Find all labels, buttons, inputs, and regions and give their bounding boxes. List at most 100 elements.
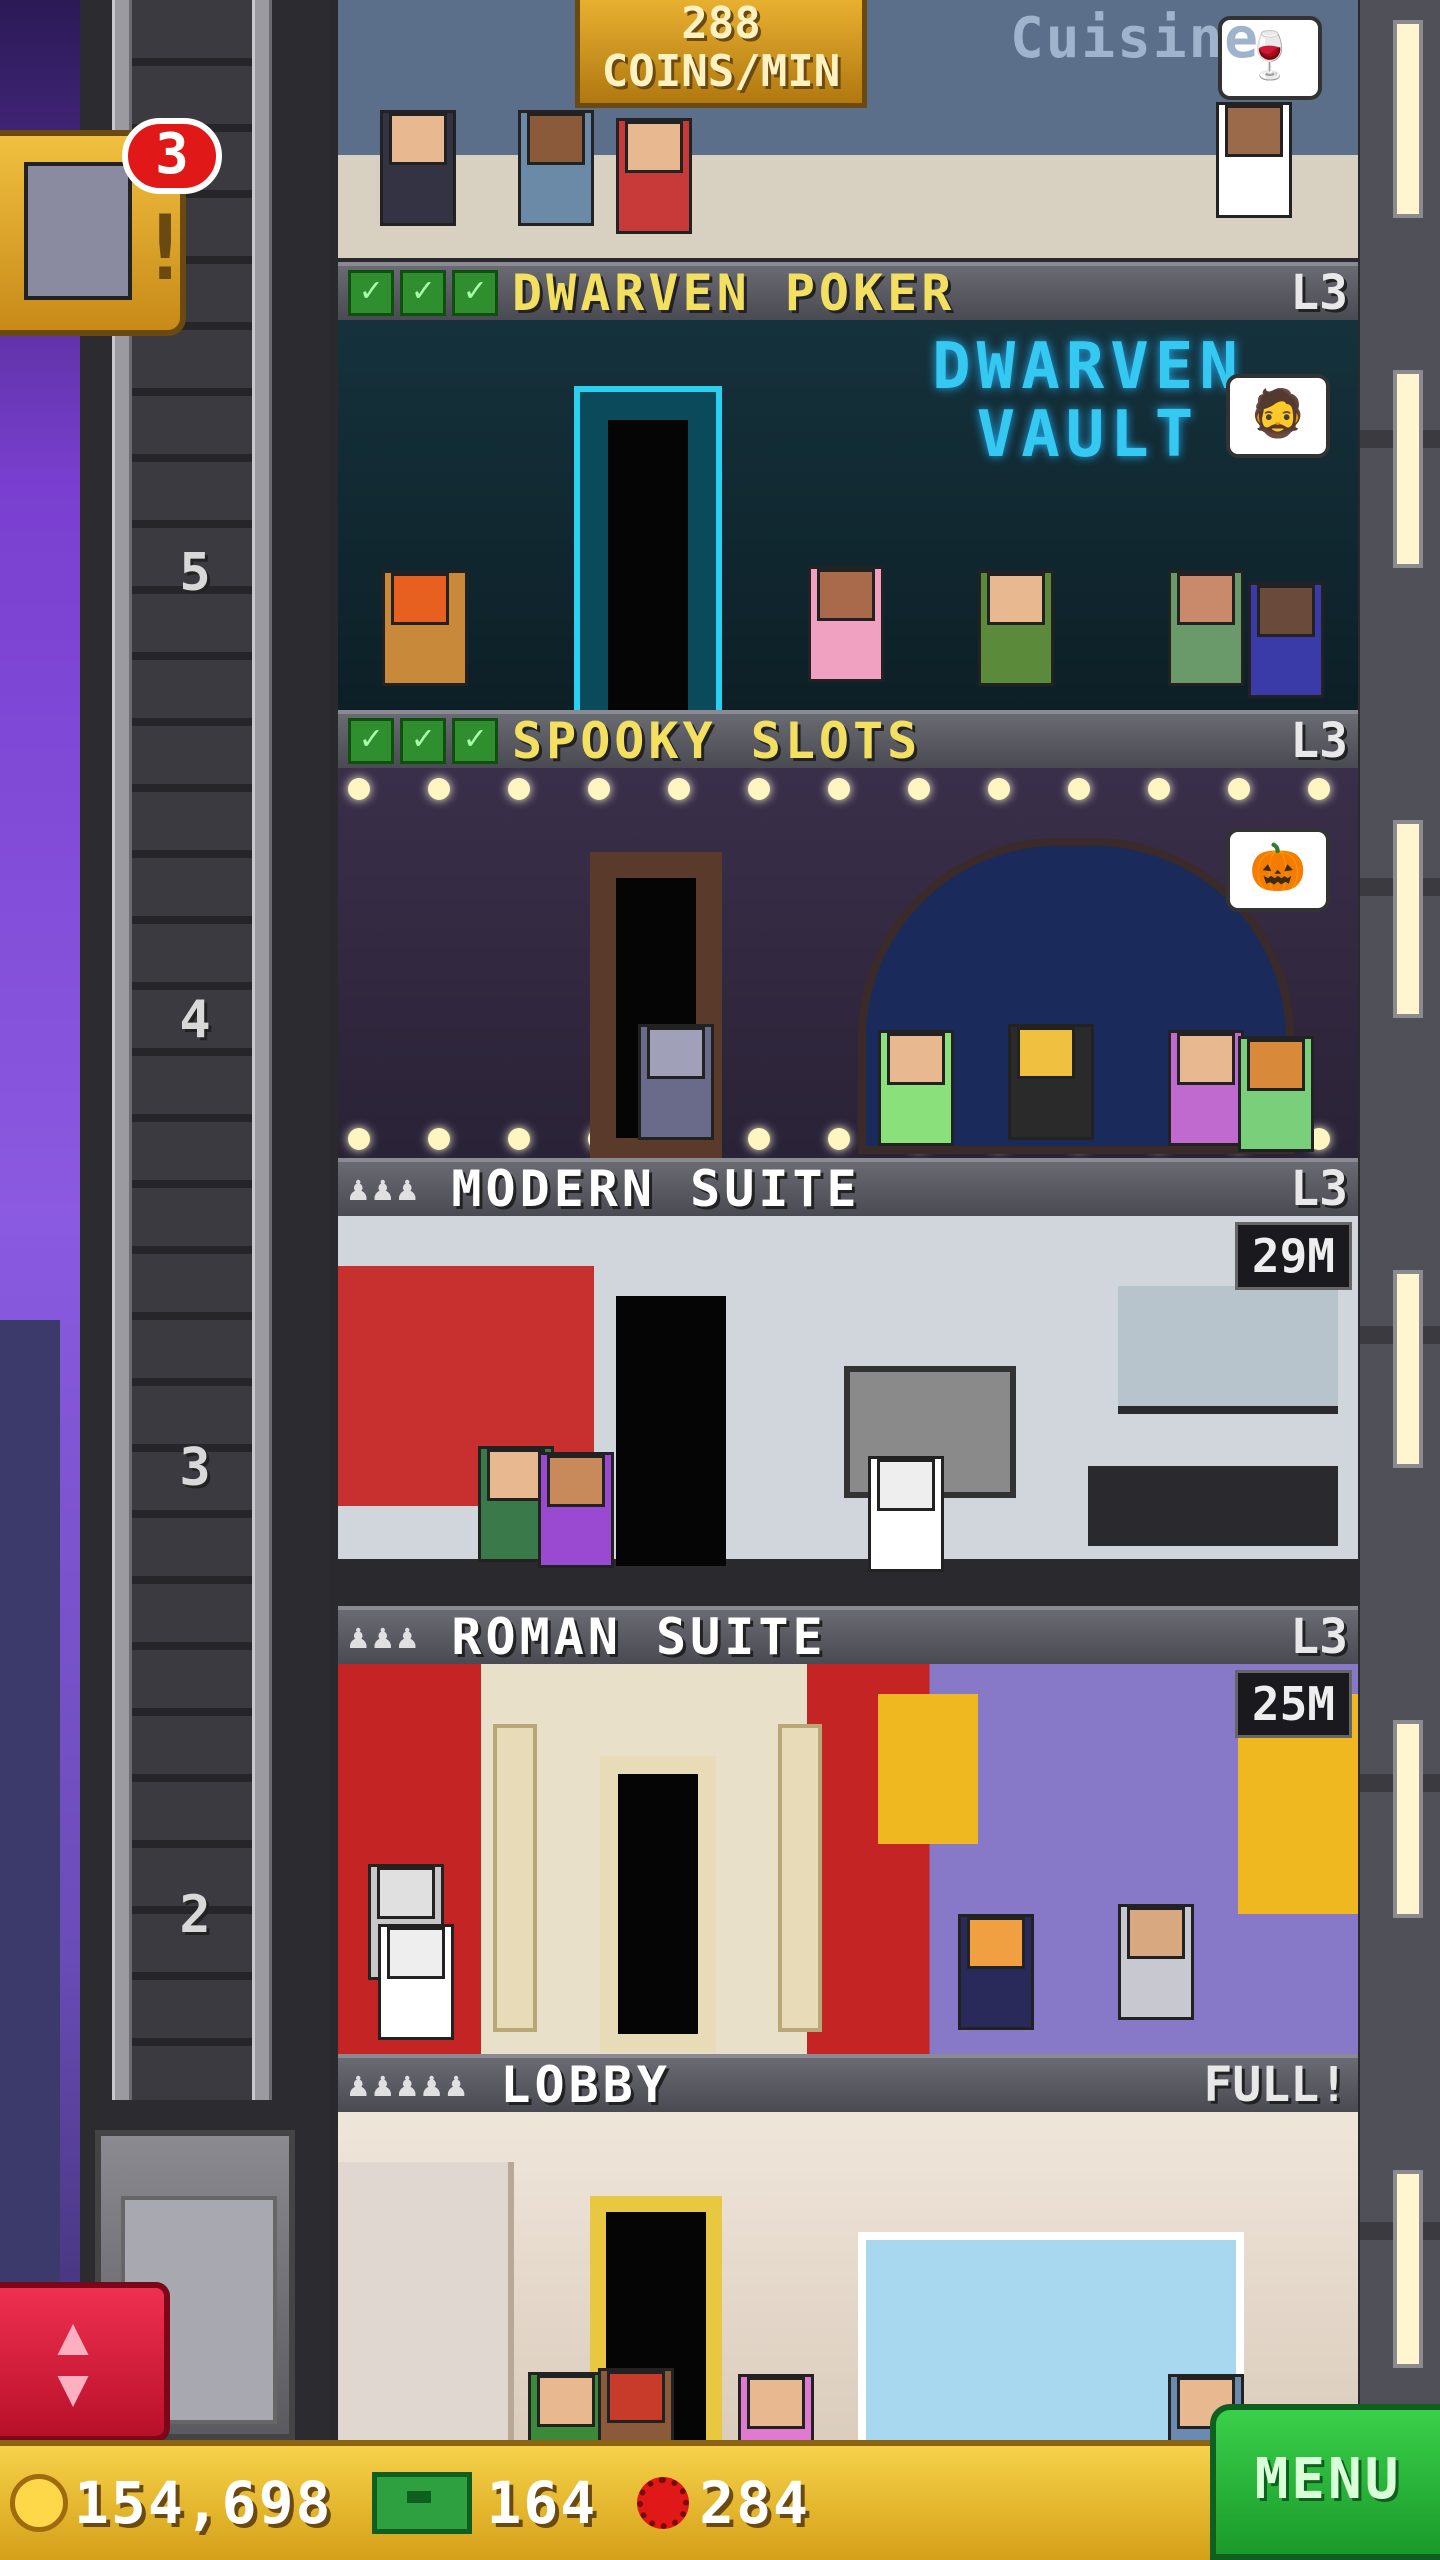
resident-icons: ♟♟♟ — [348, 1169, 422, 1209]
bitizen[interactable] — [958, 1914, 1034, 2030]
bitizen[interactable] — [1248, 582, 1324, 698]
coin-icon — [10, 2474, 68, 2532]
stock-checks: ✓ ✓ ✓ — [348, 270, 498, 316]
check-icon: ✓ — [348, 718, 394, 764]
floor-name: DWARVEN POKER — [512, 264, 956, 322]
floor-header[interactable]: ✓ ✓ ✓ DWARVEN POKER L3 — [338, 262, 1358, 322]
check-icon: ✓ — [400, 718, 446, 764]
bottom-status-bar: 154,698 164 284 MENU — [0, 2404, 1440, 2560]
floor-level: L3 — [1290, 1609, 1348, 1665]
gears-value: 284 — [699, 2469, 810, 2537]
vault-sign-line: VAULT — [976, 398, 1200, 472]
room-modern-suite[interactable]: 29M — [338, 1216, 1358, 1606]
floor-level: L3 — [1290, 1161, 1348, 1217]
resident-icons: ♟♟♟♟♟ — [348, 2065, 471, 2105]
slot-machine[interactable] — [1008, 1024, 1094, 1140]
bitizen[interactable] — [1168, 1030, 1244, 1146]
check-icon: ✓ — [452, 270, 498, 316]
bitizen[interactable] — [1238, 1036, 1314, 1152]
check-icon: ✓ — [452, 718, 498, 764]
gears-stat[interactable]: 284 — [637, 2469, 810, 2537]
elevator-control-button[interactable]: ▲ ▼ — [0, 2282, 170, 2442]
bitizen[interactable] — [380, 110, 456, 226]
floor-header[interactable]: ♟♟♟♟♟ LOBBY FULL! — [338, 2054, 1358, 2114]
city-silhouette — [0, 1320, 60, 2440]
window-light — [1393, 370, 1423, 568]
floor-name: MODERN SUITE — [451, 1160, 861, 1218]
bux-stat[interactable]: 164 — [372, 2469, 597, 2537]
vault-sign-line: DWARVEN — [932, 330, 1244, 404]
bitizen[interactable] — [878, 1030, 954, 1146]
room-door — [608, 420, 688, 710]
column — [493, 1724, 537, 2032]
gear-icon — [637, 2477, 690, 2529]
bux-value: 164 — [486, 2469, 598, 2537]
floor-dwarven-poker[interactable]: ✓ ✓ ✓ DWARVEN POKER L3 DWARVEN VAULT 🧔 — [338, 262, 1358, 710]
room-roman-suite[interactable]: 25M — [338, 1664, 1358, 2054]
bitizen[interactable] — [1118, 1904, 1194, 2020]
bitizen[interactable] — [808, 566, 884, 682]
floor-modern-suite[interactable]: ♟♟♟ MODERN SUITE L3 29M — [338, 1158, 1358, 1606]
shaft-floor-number: 3 — [179, 1438, 211, 1498]
restaurant-sign: Cuisine — [1010, 6, 1261, 71]
window-light — [1393, 2170, 1423, 2368]
room-door — [616, 1296, 726, 1566]
bitizen[interactable] — [1168, 570, 1244, 686]
coins-stat[interactable]: 154,698 — [10, 2469, 332, 2537]
window-light — [1393, 20, 1423, 218]
room-dwarven-poker[interactable]: DWARVEN VAULT 🧔 — [338, 320, 1358, 710]
exclamation-icon: ! — [138, 196, 193, 301]
bitizen[interactable] — [518, 110, 594, 226]
floor-level: L3 — [1290, 265, 1348, 321]
shelf — [1118, 1286, 1338, 1414]
bitizen[interactable] — [538, 1452, 614, 1568]
notification-count-badge: 3 — [122, 118, 222, 194]
bitizen[interactable] — [978, 570, 1054, 686]
room-door — [618, 1774, 698, 2034]
coins-unit: COINS/MIN — [601, 46, 841, 97]
room-spooky-slots[interactable]: 🎃 — [338, 768, 1358, 1158]
floor-header[interactable]: ♟♟♟ ROMAN SUITE L3 — [338, 1606, 1358, 1666]
shaft-floor-number: 5 — [179, 543, 211, 603]
window-light — [1393, 1270, 1423, 1468]
floor-lobby[interactable]: ♟♟♟♟♟ LOBBY FULL! — [338, 2054, 1358, 2502]
check-icon: ✓ — [400, 270, 446, 316]
pumpkin-icon[interactable]: 🎃 — [1226, 828, 1330, 912]
curtain — [878, 1694, 978, 1844]
dwarf[interactable] — [382, 570, 468, 686]
tower-bux-icon — [372, 2472, 473, 2534]
resident-icons: ♟♟♟ — [348, 1617, 422, 1657]
shaft-floor-number: 4 — [179, 990, 211, 1050]
window-light — [1393, 820, 1423, 1018]
bitizen[interactable] — [616, 118, 692, 234]
stormtrooper-bitizen[interactable] — [868, 1456, 944, 1572]
check-icon: ✓ — [348, 270, 394, 316]
floor-name: LOBBY — [500, 2056, 671, 2114]
column — [778, 1724, 822, 2032]
shaft-floor-number: 2 — [179, 1885, 211, 1945]
floor-name: ROMAN SUITE — [451, 1608, 827, 1666]
floor-name: SPOOKY SLOTS — [512, 712, 922, 770]
coins-per-minute-sign: 288 COINS/MIN — [575, 0, 867, 108]
bed — [1088, 1466, 1338, 1546]
floor-spooky-slots[interactable]: ✓ ✓ ✓ SPOOKY SLOTS L3 🎃 — [338, 710, 1358, 1158]
tower-right-wall — [1360, 0, 1440, 2440]
lobby-wall — [338, 2162, 514, 2442]
coins-rate: 288 — [681, 0, 761, 49]
dwarf-icon[interactable]: 🧔 — [1226, 374, 1330, 458]
floor-header[interactable]: ♟♟♟ MODERN SUITE L3 — [338, 1158, 1358, 1218]
stock-timer: 25M — [1234, 1670, 1352, 1738]
floor-level: L3 — [1290, 713, 1348, 769]
zombie-icon — [24, 162, 132, 300]
stock-timer: 29M — [1234, 1222, 1352, 1290]
chef[interactable] — [1216, 102, 1292, 218]
coins-value: 154,698 — [74, 2469, 333, 2537]
floor-level: FULL! — [1203, 2057, 1349, 2113]
window-light — [1393, 1720, 1423, 1918]
stock-checks: ✓ ✓ ✓ — [348, 718, 498, 764]
floor-header[interactable]: ✓ ✓ ✓ SPOOKY SLOTS L3 — [338, 710, 1358, 770]
stormtrooper-bitizen[interactable] — [378, 1924, 454, 2040]
menu-button[interactable]: MENU — [1210, 2404, 1440, 2560]
floor-roman-suite[interactable]: ♟♟♟ ROMAN SUITE L3 25M — [338, 1606, 1358, 2054]
zombie[interactable] — [638, 1024, 714, 1140]
